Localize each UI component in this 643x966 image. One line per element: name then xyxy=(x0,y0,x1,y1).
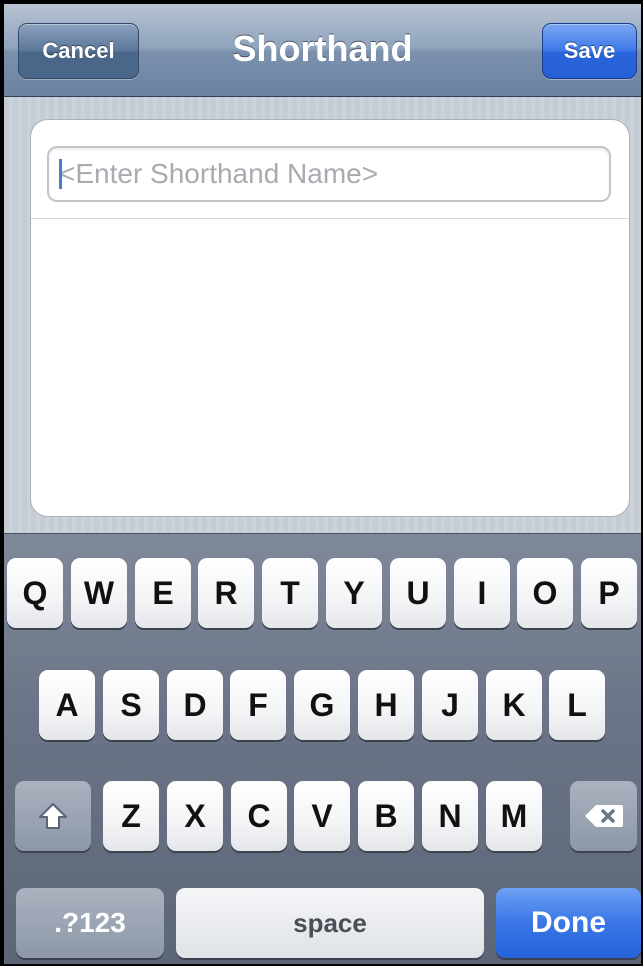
key-j[interactable]: J xyxy=(422,670,478,740)
shift-icon xyxy=(39,803,67,829)
space-key[interactable]: space xyxy=(176,888,484,958)
key-w[interactable]: W xyxy=(71,558,127,628)
done-key[interactable]: Done xyxy=(496,888,641,958)
key-v[interactable]: V xyxy=(294,781,350,851)
key-l[interactable]: L xyxy=(549,670,605,740)
key-a[interactable]: A xyxy=(39,670,95,740)
key-x[interactable]: X xyxy=(167,781,223,851)
shift-key[interactable] xyxy=(15,781,91,851)
content-area xyxy=(4,97,641,533)
key-n[interactable]: N xyxy=(422,781,478,851)
key-o[interactable]: O xyxy=(517,558,573,628)
shorthand-text-area[interactable] xyxy=(31,219,629,515)
key-i[interactable]: I xyxy=(454,558,510,628)
keyboard: QWERTYUIOP ASDFGHJKL ZXCVBNM .?123 space… xyxy=(4,533,641,964)
app-window: Cancel Shorthand Save QWERTYUIOP ASDFGHJ… xyxy=(4,4,641,964)
text-cursor xyxy=(59,159,62,189)
key-h[interactable]: H xyxy=(358,670,414,740)
key-m[interactable]: M xyxy=(486,781,542,851)
backspace-icon xyxy=(584,805,623,827)
key-s[interactable]: S xyxy=(103,670,159,740)
key-k[interactable]: K xyxy=(486,670,542,740)
key-e[interactable]: E xyxy=(135,558,191,628)
backspace-key[interactable] xyxy=(570,781,637,851)
key-r[interactable]: R xyxy=(198,558,254,628)
shorthand-name-input[interactable] xyxy=(59,148,599,200)
numbers-key[interactable]: .?123 xyxy=(16,888,164,958)
navigation-bar: Cancel Shorthand Save xyxy=(4,4,641,97)
key-y[interactable]: Y xyxy=(326,558,382,628)
key-c[interactable]: C xyxy=(231,781,287,851)
key-u[interactable]: U xyxy=(390,558,446,628)
key-q[interactable]: Q xyxy=(7,558,63,628)
shorthand-name-field[interactable] xyxy=(47,146,611,202)
key-t[interactable]: T xyxy=(262,558,318,628)
save-button[interactable]: Save xyxy=(542,23,637,79)
shorthand-form-card xyxy=(30,119,630,517)
key-b[interactable]: B xyxy=(358,781,414,851)
key-p[interactable]: P xyxy=(581,558,637,628)
key-f[interactable]: F xyxy=(230,670,286,740)
key-d[interactable]: D xyxy=(167,670,223,740)
key-g[interactable]: G xyxy=(294,670,350,740)
key-z[interactable]: Z xyxy=(103,781,159,851)
